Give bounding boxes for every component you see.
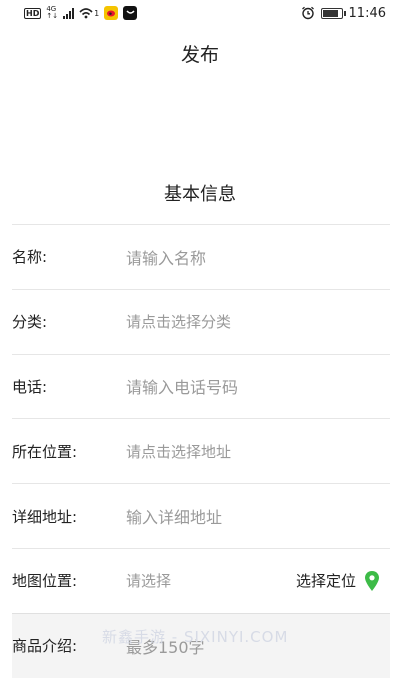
map-location-label: 地图位置: (12, 572, 78, 591)
location-row[interactable]: 所在位置: 请点击选择地址 (12, 418, 390, 483)
network-type-icon: 4G ↑↓ (46, 6, 58, 20)
location-select[interactable]: 请点击选择地址 (126, 441, 390, 462)
signal-icon (63, 7, 75, 19)
name-label: 名称: (12, 248, 48, 267)
message-app-icon (123, 6, 138, 20)
category-row[interactable]: 分类: 请点击选择分类 (12, 288, 390, 354)
weibo-app-icon (104, 6, 119, 20)
page-title: 发布 (180, 44, 219, 66)
address-input[interactable]: 输入详细地址 (126, 504, 390, 528)
location-label: 所在位置: (12, 442, 78, 461)
phone-input[interactable]: 请输入电话号码 (126, 374, 390, 398)
status-bar: HD 4G ↑↓ 1 11:46 (0, 0, 400, 26)
select-location-label: 选择定位 (295, 572, 356, 591)
address-row[interactable]: 详细地址: 输入详细地址 (12, 483, 390, 548)
publish-form: 名称: 请输入名称 分类: 请点击选择分类 电话: 请输入电话号码 所在位置: … (12, 224, 390, 678)
network-arrows: ↑↓ (46, 12, 59, 20)
phone-label: 电话: (12, 377, 48, 396)
section-title: 基本信息 (164, 184, 236, 205)
status-left: HD 4G ↑↓ 1 (24, 6, 138, 20)
name-input[interactable]: 请输入名称 (126, 245, 390, 269)
address-label: 详细地址: (12, 507, 78, 526)
location-pin-icon (365, 570, 379, 591)
notification-count: 1 (94, 8, 100, 18)
map-location-row[interactable]: 地图位置: 请选择 选择定位 (12, 547, 390, 613)
category-label: 分类: (12, 313, 48, 332)
hd-icon: HD (24, 7, 42, 19)
watermark: 新鑫手游 - SIXINYI.COM (102, 627, 289, 646)
select-location-button[interactable]: 选择定位 (296, 549, 380, 613)
name-row[interactable]: 名称: 请输入名称 (12, 224, 390, 289)
status-time: 11:46 (348, 5, 386, 21)
status-right: 11:46 (301, 6, 386, 21)
intro-row[interactable]: 新鑫手游 - SIXINYI.COM 商品介绍: 最多150字 (12, 612, 390, 678)
phone-row[interactable]: 电话: 请输入电话号码 (12, 353, 390, 419)
category-select[interactable]: 请点击选择分类 (126, 311, 390, 332)
alarm-icon (301, 6, 314, 20)
battery-icon (320, 7, 346, 19)
wifi-icon (79, 8, 93, 19)
